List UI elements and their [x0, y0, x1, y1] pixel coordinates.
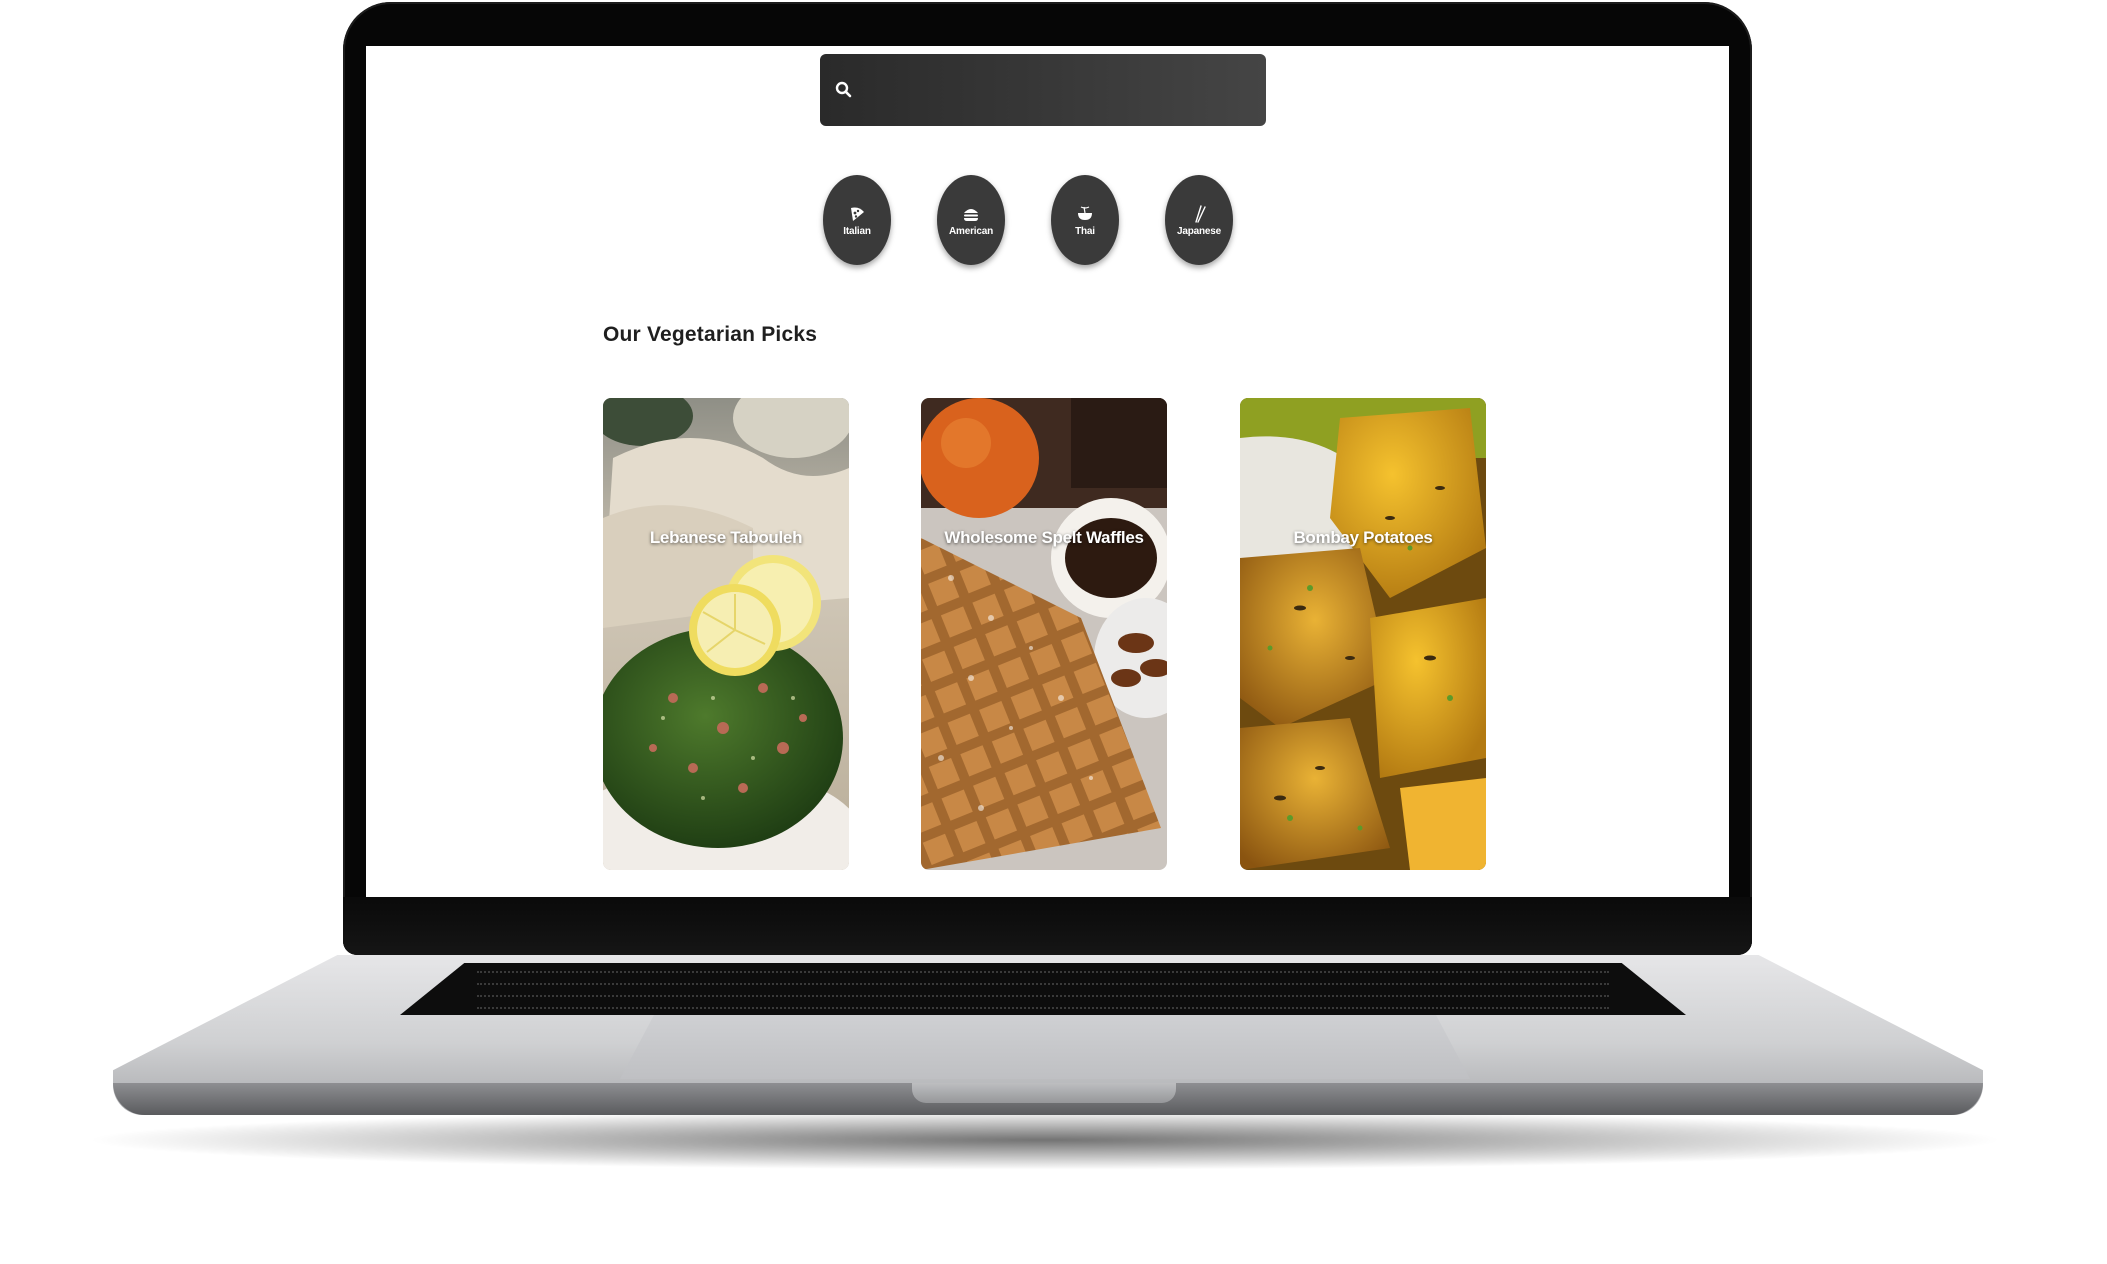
cuisine-label: American	[949, 225, 993, 237]
hamburger-icon	[964, 208, 978, 221]
recipe-card-bombay-potatoes[interactable]: Bombay Potatoes	[1240, 398, 1486, 870]
pizza-slice-icon	[851, 207, 864, 221]
laptop-mockup: Italian American Thai Japanese Our Veget…	[0, 0, 2107, 1264]
cuisine-button-thai[interactable]: Thai	[1051, 175, 1119, 265]
waffles-photo	[921, 398, 1167, 870]
potatoes-photo	[1240, 398, 1486, 870]
cuisine-label: Japanese	[1177, 225, 1221, 237]
laptop-shadow	[80, 1110, 2010, 1170]
laptop-lid-chin	[343, 897, 1752, 955]
chopsticks-icon	[1195, 204, 1206, 223]
search-icon	[835, 81, 852, 98]
keyboard	[400, 963, 1686, 1015]
recipe-title: Lebanese Tabouleh	[649, 528, 803, 547]
tabouleh-photo	[603, 398, 849, 870]
search-input[interactable]	[866, 72, 1246, 108]
recipe-card-waffles[interactable]: Wholesome Spelt Waffles	[921, 398, 1167, 870]
cuisine-label: Thai	[1075, 225, 1095, 237]
cuisine-filter-list: Italian American Thai Japanese	[823, 175, 1243, 267]
cuisine-button-japanese[interactable]: Japanese	[1165, 175, 1233, 265]
recipe-card-tabouleh[interactable]: Lebanese Tabouleh	[603, 398, 849, 870]
cuisine-button-american[interactable]: American	[937, 175, 1005, 265]
trackpad	[620, 1015, 1470, 1079]
recipe-title: Bombay Potatoes	[1293, 528, 1433, 547]
search-bar[interactable]	[820, 54, 1266, 126]
section-title: Our Vegetarian Picks	[603, 323, 818, 346]
cuisine-label: Italian	[843, 225, 871, 237]
noodle-bowl-icon	[1078, 205, 1092, 220]
lid-notch	[912, 1083, 1176, 1103]
screen: Italian American Thai Japanese Our Veget…	[366, 46, 1729, 897]
recipe-title: Wholesome Spelt Waffles	[944, 528, 1144, 547]
cuisine-button-italian[interactable]: Italian	[823, 175, 891, 265]
